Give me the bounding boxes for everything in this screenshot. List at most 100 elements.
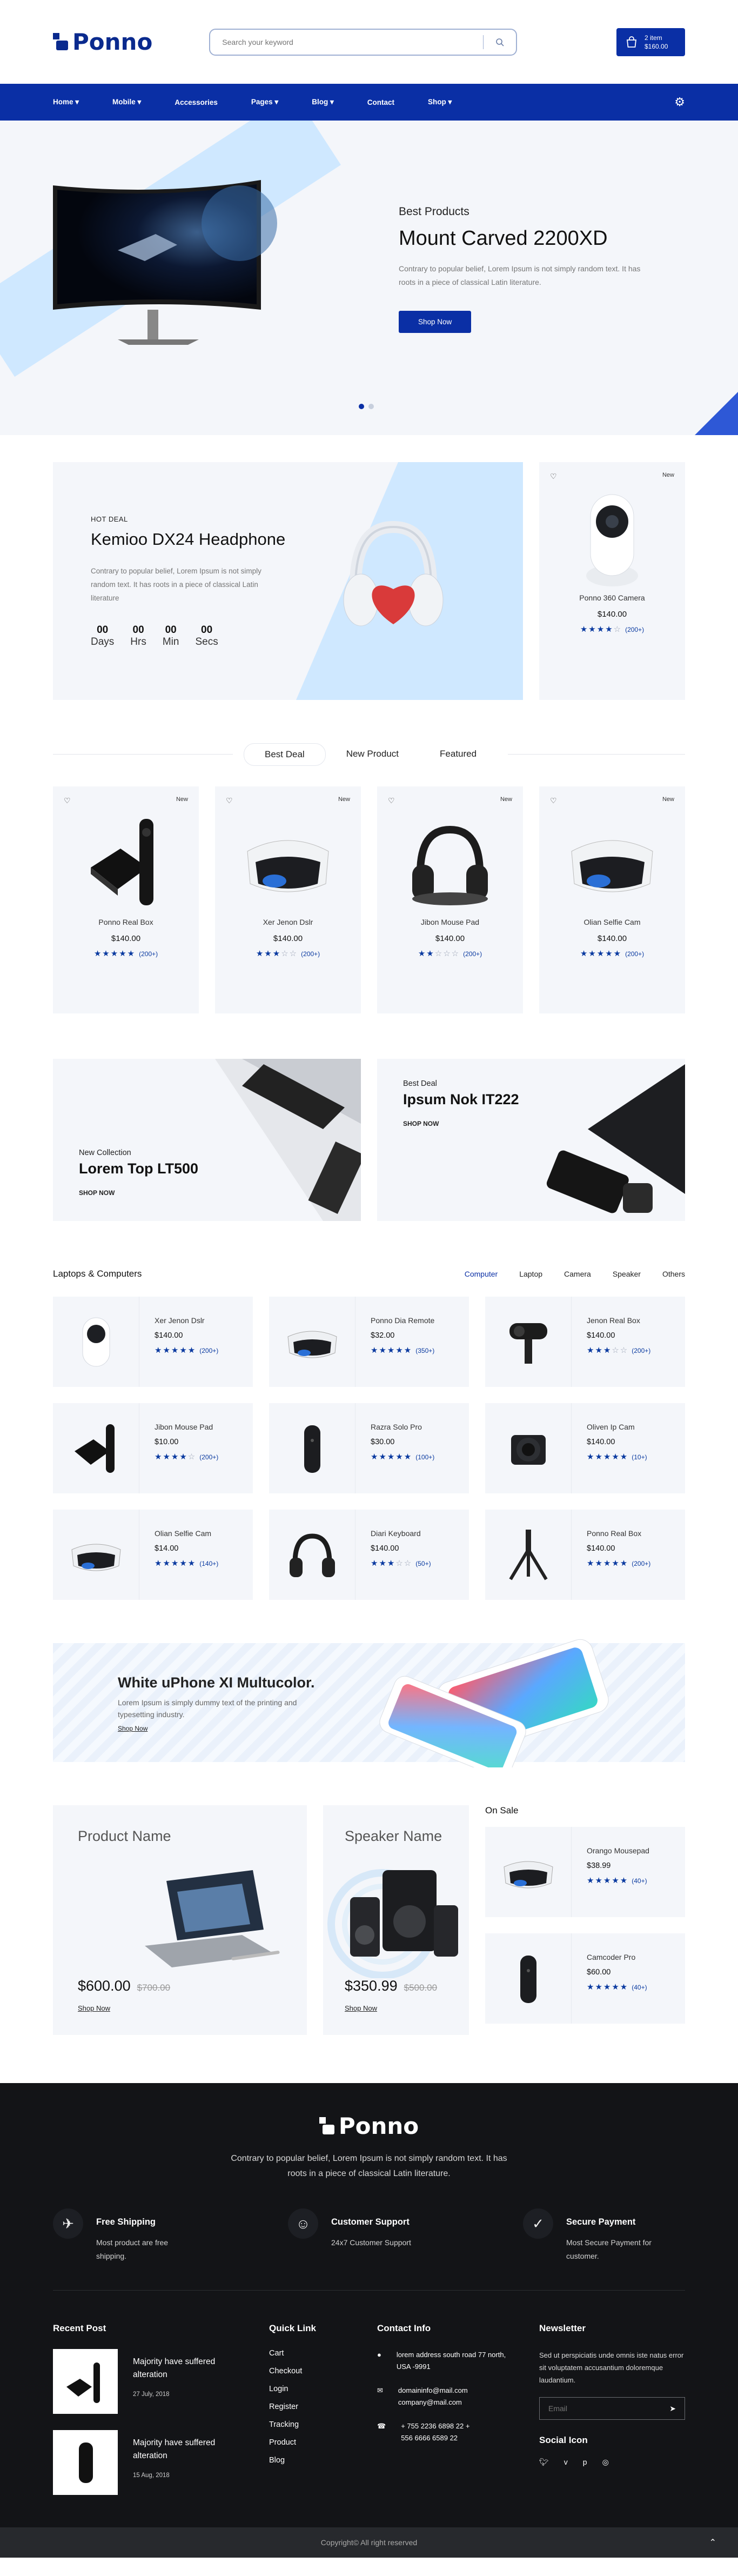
promo-shop-link[interactable]: Shop Now	[345, 2004, 377, 2012]
tab-new-product[interactable]: New Product	[326, 743, 419, 766]
hero-shop-button[interactable]: Shop Now	[399, 311, 472, 333]
list-item[interactable]: Diari Keyboard $140.00 ★★★☆☆ (50+)	[269, 1510, 469, 1600]
product-card[interactable]: ♡ New Ponno Real Box $140.00 ★★★★★ (200+)	[53, 786, 199, 1013]
nav-blog[interactable]: Blog ▾	[312, 98, 334, 106]
tab-laptop[interactable]: Laptop	[519, 1270, 542, 1278]
search-icon[interactable]	[495, 38, 504, 46]
product-card[interactable]: ♡ New Olian Selfie Cam $140.00 ★★★★★ (200…	[539, 786, 685, 1013]
list-item[interactable]: Jibon Mouse Pad $10.00 ★★★★☆ (200+)	[53, 1403, 253, 1493]
phone-banner[interactable]: Best Deal Ipsum Nok IT222 SHOP NOW	[377, 1059, 685, 1221]
tab-computer[interactable]: Computer	[465, 1270, 498, 1278]
twitter-icon[interactable]: 🐦︎	[539, 2458, 549, 2467]
product-name[interactable]: Jibon Mouse Pad	[377, 918, 523, 926]
recent-post[interactable]: Majority have suffered alteration 15 Aug,…	[53, 2430, 269, 2495]
list-item[interactable]: Orango Mousepad $38.99 ★★★★★ (40+)	[485, 1827, 685, 1917]
send-icon[interactable]: ➤	[669, 2404, 676, 2413]
tab-speaker[interactable]: Speaker	[613, 1270, 641, 1278]
list-item[interactable]: Olian Selfie Cam $14.00 ★★★★★ (140+)	[53, 1510, 253, 1600]
link-blog[interactable]: Blog	[269, 2456, 377, 2465]
banner-shop-link[interactable]: SHOP NOW	[403, 1120, 439, 1127]
list-item[interactable]: Ponno Dia Remote $32.00 ★★★★★ (350+)	[269, 1297, 469, 1387]
contact-title: Contact Info	[377, 2323, 431, 2333]
link-register[interactable]: Register	[269, 2403, 377, 2411]
rating-count: (100+)	[415, 1453, 435, 1461]
product-name[interactable]: Olian Selfie Cam	[155, 1529, 218, 1538]
product-name[interactable]: Xer Jenon Dslr	[215, 918, 361, 926]
promo-shop-link[interactable]: Shop Now	[78, 2004, 110, 2012]
product-name[interactable]: Jenon Real Box	[587, 1316, 650, 1325]
contact-email[interactable]: domaininfo@mail.com company@mail.com	[398, 2385, 479, 2408]
rating-count: (50+)	[415, 1560, 431, 1567]
copyright-text: Copyright© All right reserved	[320, 2538, 418, 2547]
product-thumbnail	[485, 1827, 572, 1917]
tab-others[interactable]: Others	[662, 1270, 685, 1278]
list-item[interactable]: Camcoder Pro $60.00 ★★★★★ (40+)	[485, 1933, 685, 2024]
quick-title: Quick Link	[269, 2323, 316, 2333]
list-item[interactable]: Jenon Real Box $140.00 ★★★☆☆ (200+)	[485, 1297, 685, 1387]
laptop-banner[interactable]: New Collection Lorem Top LT500 SHOP NOW	[53, 1059, 361, 1221]
heart-icon[interactable]: ♡	[550, 472, 557, 481]
product-name[interactable]: Ponno Real Box	[53, 918, 199, 926]
link-login[interactable]: Login	[269, 2385, 377, 2393]
link-product[interactable]: Product	[269, 2438, 377, 2447]
promo-card-1[interactable]: Product Name $600.00 $700.00 Shop Now	[53, 1805, 307, 2035]
brand-logo[interactable]: Ponno	[53, 29, 152, 55]
nav-contact[interactable]: Contact	[367, 98, 394, 106]
side-product-card[interactable]: ♡ New Ponno 360 Camera $140.00 ★★★★☆ (200…	[539, 462, 685, 700]
tab-camera[interactable]: Camera	[564, 1270, 591, 1278]
newsletter-email-input[interactable]	[548, 2404, 670, 2413]
link-checkout[interactable]: Checkout	[269, 2367, 377, 2375]
tab-featured[interactable]: Featured	[419, 743, 497, 766]
cart-bag-icon	[626, 36, 637, 48]
post-title[interactable]: Majority have suffered alteration	[133, 2437, 230, 2462]
footer-logo[interactable]: Ponno	[319, 2113, 419, 2139]
product-name[interactable]: Jibon Mouse Pad	[155, 1423, 218, 1431]
link-cart[interactable]: Cart	[269, 2349, 377, 2358]
product-name[interactable]: Ponno Dia Remote	[371, 1316, 434, 1325]
banner-shop-link[interactable]: SHOP NOW	[79, 1189, 115, 1197]
vimeo-icon[interactable]: v	[564, 2458, 568, 2467]
heart-icon[interactable]: ♡	[64, 796, 71, 805]
brand-name: Ponno	[72, 29, 153, 55]
slider-dot-1[interactable]	[359, 404, 364, 409]
nav-pages[interactable]: Pages ▾	[251, 98, 278, 106]
dribbble-icon[interactable]: ◎	[602, 2458, 609, 2467]
product-name[interactable]: Razra Solo Pro	[371, 1423, 434, 1431]
list-item[interactable]: Razra Solo Pro $30.00 ★★★★★ (100+)	[269, 1403, 469, 1493]
product-name[interactable]: Olian Selfie Cam	[539, 918, 685, 926]
product-name[interactable]: Orango Mousepad	[587, 1846, 649, 1855]
rating-stars: ★★★☆☆	[371, 1559, 413, 1568]
list-item[interactable]: Ponno Real Box $140.00 ★★★★★ (200+)	[485, 1510, 685, 1600]
heart-icon[interactable]: ♡	[226, 796, 233, 805]
back-to-top-icon[interactable]: ⌃	[709, 2537, 716, 2548]
search-input[interactable]	[222, 37, 472, 46]
uphone-banner[interactable]: White uPhone XI Multucolor. Lorem Ipsum …	[53, 1639, 685, 1767]
uphone-shop-link[interactable]: Shop Now	[118, 1725, 147, 1732]
nav-home[interactable]: Home ▾	[53, 98, 79, 106]
recent-post[interactable]: Majority have suffered alteration 27 July…	[53, 2349, 269, 2414]
product-card[interactable]: ♡ New Jibon Mouse Pad $140.00 ★★☆☆☆ (200+…	[377, 786, 523, 1013]
contact-phone[interactable]: + 755 2236 6898 22 + 556 6666 6589 22	[401, 2420, 482, 2444]
cart-button[interactable]: 2 item $160.00	[616, 28, 685, 56]
product-name[interactable]: Ponno Real Box	[587, 1529, 650, 1538]
product-card[interactable]: ♡ New Xer Jenon Dslr $140.00 ★★★☆☆ (200+)	[215, 786, 361, 1013]
product-name[interactable]: Diari Keyboard	[371, 1529, 431, 1538]
nav-accessories[interactable]: Accessories	[175, 98, 218, 106]
gear-icon[interactable]: ⚙	[674, 95, 685, 109]
list-item[interactable]: Oliven Ip Cam $140.00 ★★★★★ (10+)	[485, 1403, 685, 1493]
product-name[interactable]: Oliven Ip Cam	[587, 1423, 647, 1431]
product-name[interactable]: Camcoder Pro	[587, 1953, 647, 1961]
product-name[interactable]: Ponno 360 Camera	[539, 593, 685, 602]
nav-mobile[interactable]: Mobile ▾	[112, 98, 141, 106]
link-tracking[interactable]: Tracking	[269, 2420, 377, 2429]
nav-shop[interactable]: Shop ▾	[428, 98, 452, 106]
pinterest-icon[interactable]: p	[583, 2458, 587, 2467]
product-name[interactable]: Xer Jenon Dslr	[155, 1316, 218, 1325]
slider-dot-2[interactable]	[368, 404, 374, 409]
list-item[interactable]: Xer Jenon Dslr $140.00 ★★★★★ (200+)	[53, 1297, 253, 1387]
promo-card-2[interactable]: Speaker Name $350.99 $500.00 Shop Now	[323, 1805, 469, 2035]
heart-icon[interactable]: ♡	[550, 796, 557, 805]
tab-best-deal[interactable]: Best Deal	[244, 743, 326, 766]
post-title[interactable]: Majority have suffered alteration	[133, 2355, 230, 2381]
heart-icon[interactable]: ♡	[388, 796, 395, 805]
